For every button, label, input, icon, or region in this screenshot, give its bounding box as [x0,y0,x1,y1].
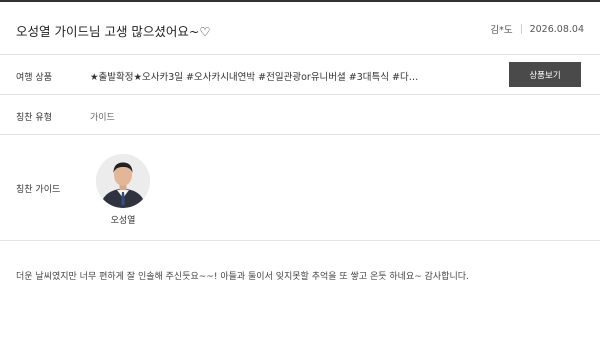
praise-guide-label: 칭찬 가이드 [16,185,61,195]
praise-type-row: 칭찬 유형 가이드 [0,95,600,135]
praise-guide-row: 칭찬 가이드 오성열 [0,135,600,241]
review-title: 오성열 가이드님 고생 많으셨어요~♡ [16,24,211,39]
guide-card: 오성열 [96,154,150,226]
meta-divider [520,24,522,34]
review-author: 김*도 [490,25,513,36]
product-row: 여행 상품 ★출발확정★오사카3일 #오사카시내연박 #전일관광or유니버셜 #… [0,55,600,95]
review-header: 오성열 가이드님 고생 많으셨어요~♡ 김*도 2026.08.04 [0,2,600,55]
view-product-button[interactable]: 상품보기 [509,62,581,87]
review-body: 더운 날씨였지만 너무 편하게 잘 인솔해 주신듯요~~! 아들과 둘이서 잊지… [16,272,469,282]
review-meta: 김*도 2026.08.04 [490,22,584,37]
guide-avatar [96,154,150,208]
product-label: 여행 상품 [16,73,52,83]
product-name: ★출발확정★오사카3일 #오사카시내연박 #전일관광or유니버셜 #3대특식 #… [90,72,420,83]
review-date: 2026.08.04 [529,23,584,35]
praise-type-value: 가이드 [90,113,115,123]
praise-type-label: 칭찬 유형 [16,113,52,123]
guide-name: 오성열 [110,216,136,226]
